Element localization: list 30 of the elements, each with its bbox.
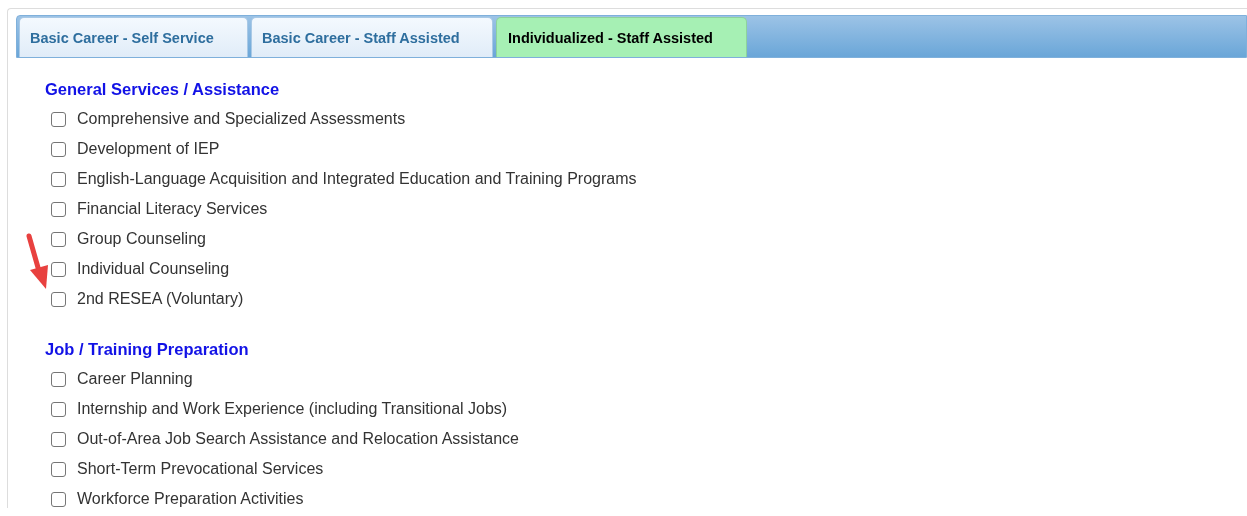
checkbox[interactable]: [51, 431, 66, 447]
section-heading: General Services / Assistance: [45, 79, 281, 100]
checkbox-label: English-Language Acquisition and Integrated Education and Training Programs: [77, 170, 637, 188]
checkbox[interactable]: [51, 201, 66, 217]
checkbox-label: Financial Literacy Services: [77, 200, 268, 218]
checkbox-label: Group Counseling: [77, 230, 206, 248]
checkbox-label: Out-of-Area Job Search Assistance and Relocation Assistance: [77, 430, 519, 448]
checkbox[interactable]: [51, 491, 66, 507]
checkbox[interactable]: [51, 111, 66, 127]
checkbox[interactable]: [51, 261, 66, 277]
tab[interactable]: Basic Career - Self Service: [19, 17, 248, 57]
tab[interactable]: Basic Career - Staff Assisted: [251, 17, 493, 57]
section-heading: Job / Training Preparation: [45, 339, 250, 360]
checkbox[interactable]: [51, 291, 66, 307]
checkbox-label: Workforce Preparation Activities: [77, 490, 304, 508]
tab[interactable]: Individualized - Staff Assisted: [496, 17, 747, 57]
checkbox-label: Career Planning: [77, 370, 193, 388]
checkbox[interactable]: [51, 141, 66, 157]
checkbox-label: Internship and Work Experience (including Transitional Jobs): [77, 400, 508, 418]
checkbox[interactable]: [51, 461, 66, 477]
checkbox[interactable]: [51, 401, 66, 417]
checkbox[interactable]: [51, 171, 66, 187]
checkbox-label: Comprehensive and Specialized Assessments: [77, 110, 406, 128]
checkbox-label: Individual Counseling: [77, 260, 230, 278]
checkbox-label: Short-Term Prevocational Services: [77, 460, 324, 478]
checkbox[interactable]: [51, 371, 66, 387]
checkbox-label: Development of IEP: [77, 140, 220, 158]
arrow-icon: [26, 233, 48, 289]
checkbox-label: 2nd RESEA (Voluntary): [77, 290, 244, 308]
checkbox[interactable]: [51, 231, 66, 247]
